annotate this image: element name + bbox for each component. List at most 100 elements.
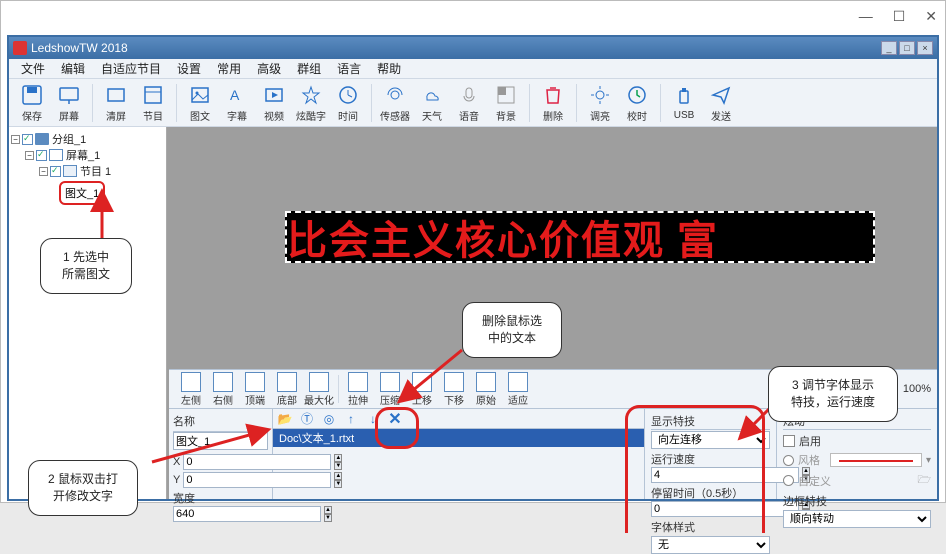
send-icon [709, 83, 733, 107]
tree-checkbox[interactable] [50, 166, 61, 177]
toolbar-delete-button[interactable]: 删除 [536, 83, 570, 123]
toolbar-prog-button[interactable]: 节目 [136, 83, 170, 123]
toolbar-bright-button[interactable]: 调亮 [583, 83, 617, 123]
menu-file[interactable]: 文件 [13, 58, 53, 79]
tree-collapse-icon[interactable]: − [39, 167, 48, 176]
tree-screen-label[interactable]: 屏幕_1 [66, 147, 100, 163]
delete-icon [541, 83, 565, 107]
spin-up[interactable]: ▲ [324, 506, 332, 514]
toolbar-clock-button[interactable]: 校时 [620, 83, 654, 123]
spin-down[interactable]: ▼ [324, 514, 332, 522]
align-label: 压缩 [380, 392, 400, 407]
toolbar-image-button[interactable]: 图文 [183, 83, 217, 123]
toolbar-clear-button[interactable]: 清屏 [99, 83, 133, 123]
led-preview[interactable]: 比会主义核心价值观 富 [285, 211, 875, 263]
callout-2: 2 鼠标双击打 开修改文字 [28, 460, 138, 516]
tree-collapse-icon[interactable]: − [11, 135, 20, 144]
align-2-button[interactable]: 顶端 [239, 372, 271, 407]
menu-group[interactable]: 群组 [289, 58, 329, 79]
tree-checkbox[interactable] [36, 150, 47, 161]
align-10-button[interactable]: 原始 [470, 372, 502, 407]
file-toolbar: 📂 Ⓣ ◎ ↑ ↓ ✕ [273, 409, 644, 429]
delete-file-icon[interactable]: ✕ [387, 411, 403, 427]
width-label: 宽度 [173, 490, 268, 506]
custom-browse-icon[interactable]: 🗁 [917, 471, 931, 490]
fontstyle-select[interactable]: 无 [651, 536, 770, 554]
toolbar-send-button[interactable]: 发送 [704, 83, 738, 123]
up-icon[interactable]: ↑ [343, 411, 359, 427]
menu-language[interactable]: 语言 [329, 58, 369, 79]
fontstyle-label: 字体样式 [651, 519, 770, 535]
tree-checkbox[interactable] [22, 134, 33, 145]
sub-icon: A [225, 83, 249, 107]
tree-root-label[interactable]: 分组_1 [52, 131, 86, 147]
toolbar-bg-button[interactable]: 背景 [489, 83, 523, 123]
outer-maximize-button[interactable]: ☐ [893, 8, 906, 25]
weather-icon [420, 83, 444, 107]
border-select[interactable]: 顺向转动 [783, 510, 931, 528]
toolbar-video-button[interactable]: 视频 [257, 83, 291, 123]
toolbar-label: 字幕 [227, 108, 247, 123]
menu-common[interactable]: 常用 [209, 58, 249, 79]
toolbar-time-button[interactable]: 时间 [331, 83, 365, 123]
outer-close-button[interactable]: ✕ [925, 8, 937, 25]
stay-label: 停留时间（0.5秒） [651, 485, 770, 501]
clock-icon [625, 83, 649, 107]
align-label: 顶端 [245, 392, 265, 407]
align-11-button[interactable]: 适应 [502, 372, 534, 407]
callout-4: 3 调节字体显示 特技，运行速度 [768, 366, 898, 422]
custom-radio[interactable] [783, 475, 794, 486]
align-label: 左侧 [181, 392, 201, 407]
bg-icon [494, 83, 518, 107]
menu-help[interactable]: 帮助 [369, 58, 409, 79]
sensor-icon [383, 83, 407, 107]
app-max-button[interactable]: □ [899, 41, 915, 55]
file-row-selected[interactable]: Doc\文本_1.rtxt [273, 429, 644, 447]
toolbar-save-button[interactable]: 保存 [15, 83, 49, 123]
toolbar-label: 语音 [459, 108, 479, 123]
toolbar-label: 调亮 [590, 108, 610, 123]
align-3-button[interactable]: 底部 [271, 372, 303, 407]
toolbar-cool-button[interactable]: 炫酷字 [294, 83, 328, 123]
app-close-button[interactable]: × [917, 41, 933, 55]
style-dropdown-icon[interactable]: ▾ [926, 455, 931, 466]
tree-collapse-icon[interactable]: − [25, 151, 34, 160]
toolbar-sub-button[interactable]: A 字幕 [220, 83, 254, 123]
enable-checkbox[interactable] [783, 435, 795, 447]
svg-text:A: A [230, 87, 240, 103]
menu-settings[interactable]: 设置 [169, 58, 209, 79]
align-6-button[interactable]: 拉伸 [342, 372, 374, 407]
toolbar-label: 保存 [22, 108, 42, 123]
toolbar-label: 节目 [143, 108, 163, 123]
align-1-button[interactable]: 右侧 [207, 372, 239, 407]
toolbar-voice-button[interactable]: 语音 [452, 83, 486, 123]
align-0-button[interactable]: 左侧 [175, 372, 207, 407]
align-label: 底部 [277, 392, 297, 407]
save-icon [20, 83, 44, 107]
toolbar-usb-button[interactable]: USB [667, 85, 701, 121]
menu-edit[interactable]: 编辑 [53, 58, 93, 79]
text-icon[interactable]: Ⓣ [299, 411, 315, 427]
width-input[interactable] [173, 506, 321, 522]
toolbar-weather-button[interactable]: 天气 [415, 83, 449, 123]
target-icon[interactable]: ◎ [321, 411, 337, 427]
menu-adaptive[interactable]: 自适应节目 [93, 58, 169, 79]
outer-minimize-button[interactable]: — [859, 8, 873, 24]
align-icon [245, 372, 265, 392]
toolbar-label: 删除 [543, 108, 563, 123]
down-icon[interactable]: ↓ [365, 411, 381, 427]
open-icon[interactable]: 📂 [277, 411, 293, 427]
align-icon [508, 372, 528, 392]
toolbar-screen-button[interactable]: 屏幕 [52, 83, 86, 123]
app-min-button[interactable]: _ [881, 41, 897, 55]
toolbar-sensor-button[interactable]: 传感器 [378, 83, 412, 123]
style-radio[interactable] [783, 455, 794, 466]
menu-advanced[interactable]: 高级 [249, 58, 289, 79]
arrow-3 [398, 346, 468, 406]
align-icon [213, 372, 233, 392]
stay-input[interactable] [651, 501, 799, 517]
toolbar-label: 校时 [627, 108, 647, 123]
style-preview [830, 453, 922, 467]
align-4-button[interactable]: 最大化 [303, 372, 335, 407]
tree-prog-label[interactable]: 节目 1 [80, 163, 111, 179]
